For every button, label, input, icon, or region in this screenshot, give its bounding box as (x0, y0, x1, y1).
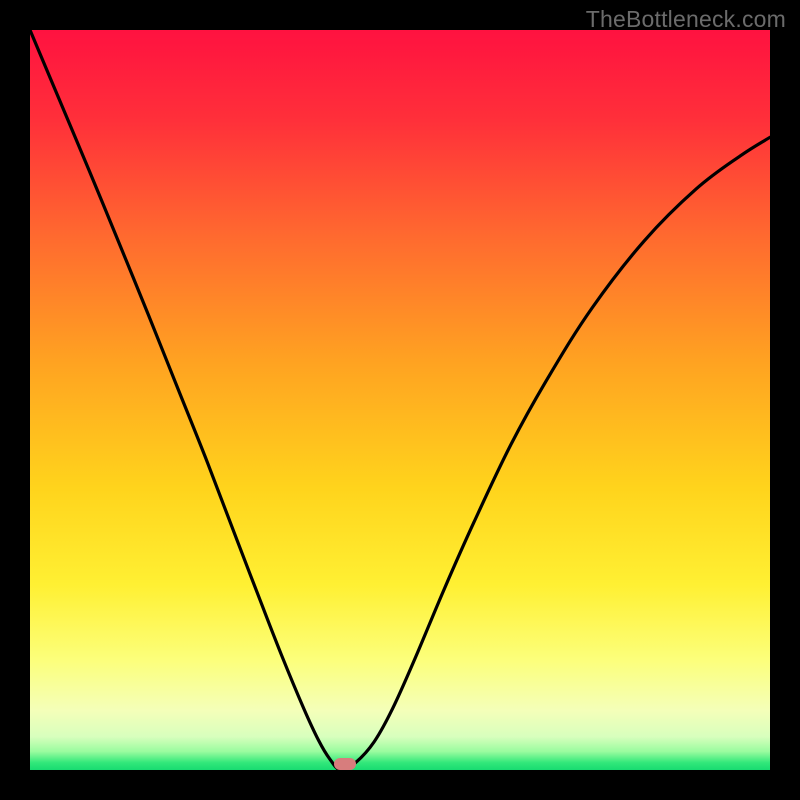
watermark-text: TheBottleneck.com (586, 6, 786, 33)
optimum-marker (334, 758, 356, 770)
bottleneck-curve (30, 30, 770, 770)
chart-frame: TheBottleneck.com (0, 0, 800, 800)
plot-area (30, 30, 770, 770)
